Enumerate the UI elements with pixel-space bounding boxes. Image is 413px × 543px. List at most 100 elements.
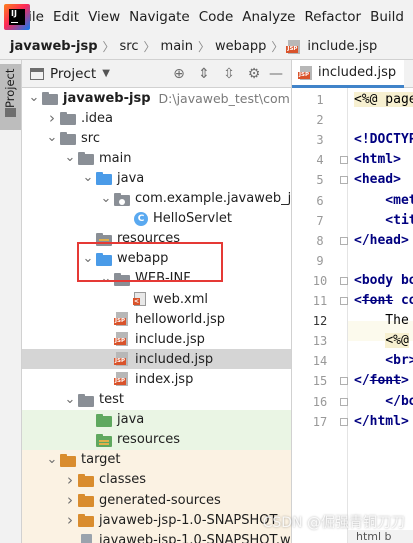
code-line[interactable]: <%@ page [354, 90, 413, 110]
project-panel-title[interactable]: Project [50, 66, 96, 82]
tree-item-label: .idea [81, 110, 113, 126]
breadcrumb: javaweb-jsp 〉 src 〉 main 〉 webapp 〉 JSP … [0, 34, 413, 60]
dropdown-caret-icon[interactable]: ▼ [102, 68, 110, 79]
code-line[interactable]: The [354, 311, 413, 331]
chevron-down-icon[interactable]: ⌄ [82, 171, 94, 184]
tree-item[interactable]: ›javaweb-jsp-1.0-SNAPSHOT.war [22, 530, 291, 543]
line-number: 6 [316, 193, 324, 208]
tree-item[interactable]: ›java [22, 409, 291, 430]
breadcrumb-webapp[interactable]: webapp [215, 39, 266, 54]
line-number: 14 [312, 354, 328, 369]
tree-item-label: include.jsp [135, 331, 205, 347]
fold-marker-icon[interactable] [340, 156, 348, 165]
tree-item[interactable]: ›CHelloServlet [22, 209, 291, 229]
tree-item[interactable]: ⌄ target [22, 449, 291, 470]
chevron-down-icon[interactable]: ⌄ [28, 91, 40, 104]
tree-item[interactable]: ›JSPincluded.jsp [22, 349, 291, 370]
breadcrumb-main[interactable]: main [161, 39, 193, 54]
tree-item[interactable]: ⌄ com.example.javaweb_jsp [22, 189, 291, 209]
tree-item[interactable]: ›<web.xml [22, 289, 291, 309]
folder-icon [96, 413, 112, 427]
code-line[interactable]: <head> [354, 170, 401, 190]
fold-marker-icon[interactable] [340, 417, 348, 426]
menu-analyze[interactable]: Analyze [242, 9, 295, 25]
code-line[interactable]: </bo [354, 392, 413, 412]
fold-marker-icon[interactable] [340, 377, 348, 386]
minimize-icon[interactable]: — [267, 65, 285, 83]
fold-marker-icon[interactable] [340, 176, 348, 185]
folder-icon [60, 453, 76, 467]
menu-edit[interactable]: Edit [53, 9, 79, 25]
tree-item[interactable]: › .idea [22, 108, 291, 128]
tree-item-label: included.jsp [135, 351, 214, 367]
jsp-file-icon: JSP [286, 39, 302, 54]
breadcrumb-project[interactable]: javaweb-jsp [10, 39, 98, 54]
tree-item-label: classes [99, 472, 147, 488]
tree-item-label: java [117, 170, 145, 186]
tree-item[interactable]: ⌄ test [22, 390, 291, 410]
chevron-down-icon[interactable]: ⌄ [46, 453, 58, 466]
code-line[interactable]: <tit [354, 211, 413, 231]
tree-item[interactable]: ⌄ src [22, 128, 291, 148]
collapse-all-icon[interactable]: ⇳ [220, 65, 238, 83]
menu-code[interactable]: Code [199, 9, 234, 25]
chevron-right-icon[interactable]: › [64, 471, 76, 489]
menu-refactor[interactable]: Refactor [304, 9, 361, 25]
fold-marker-icon[interactable] [340, 236, 348, 245]
chevron-right-icon[interactable]: › [64, 511, 76, 529]
menu-build[interactable]: Build [370, 9, 404, 25]
fold-marker-icon[interactable] [340, 276, 348, 285]
line-number-gutter: 1 2 3 4 5 6 7 8 9 10 11 12 13 14 15 16 17 [291, 88, 347, 543]
chevron-down-icon[interactable]: ⌄ [100, 192, 112, 205]
gear-icon[interactable]: ⚙ [245, 65, 263, 83]
tree-item[interactable]: ›JSPindex.jsp [22, 369, 291, 389]
fold-marker-icon[interactable] [340, 397, 348, 406]
project-panel-header: Project ▼ ⊕ ⇕ ⇳ ⚙ — [22, 60, 291, 88]
code-line[interactable]: <met [354, 191, 413, 211]
tree-item-label: helloworld.jsp [135, 311, 225, 327]
project-path: D:\javaweb_test\com.shiy [158, 90, 291, 106]
tree-item[interactable]: › javaweb-jsp-1.0-SNAPSHOT [22, 510, 291, 531]
code-line[interactable]: </font> [354, 371, 409, 391]
breadcrumb-src[interactable]: src [120, 39, 139, 54]
menu-navigate[interactable]: Navigate [129, 9, 190, 25]
tree-item[interactable]: ⌄ javaweb-jsp D:\javaweb_test\com.shiy [22, 88, 291, 108]
fold-marker-icon[interactable] [340, 297, 348, 305]
chevron-right-icon[interactable]: › [64, 491, 76, 509]
tree-item[interactable]: ›JSPhelloworld.jsp [22, 309, 291, 329]
code-line[interactable]: </head> [354, 231, 409, 251]
menu-view[interactable]: View [88, 9, 120, 25]
chevron-down-icon[interactable]: ⌄ [64, 151, 76, 164]
code-line[interactable]: <font co [354, 291, 413, 311]
tree-item[interactable]: ›JSPinclude.jsp [22, 329, 291, 349]
tree-item[interactable]: › classes [22, 469, 291, 490]
csdn-watermark: CSDN @倔强青铜刀刀 [262, 515, 405, 531]
code-line[interactable]: <!DOCTYP [354, 130, 413, 150]
tree-item-label: resources [117, 432, 181, 448]
expand-all-icon[interactable]: ⇕ [195, 65, 213, 83]
project-tool-tab[interactable]: Project [0, 64, 21, 130]
locate-file-icon[interactable]: ⊕ [170, 65, 188, 83]
chevron-right-icon: 〉 [143, 40, 156, 54]
tab-included-jsp[interactable]: JSP included.jsp [292, 60, 405, 88]
line-number: 9 [316, 253, 324, 268]
chevron-right-icon: 〉 [271, 40, 284, 54]
tree-item[interactable]: ⌄ java [22, 168, 291, 188]
chevron-right-icon[interactable]: › [46, 109, 58, 127]
tree-item[interactable]: ⌄ main [22, 148, 291, 168]
code-line[interactable]: <body bo [354, 271, 413, 291]
code-line[interactable]: <html> [354, 150, 401, 170]
chevron-down-icon[interactable]: ⌄ [46, 131, 58, 144]
tree-item-label: target [81, 452, 121, 468]
code-line[interactable]: </html> [354, 412, 409, 432]
jsp-file-icon: JSP [114, 352, 130, 367]
tree-item[interactable]: ›resources [22, 429, 291, 450]
code-line[interactable]: <%@ [354, 331, 409, 351]
intellij-logo-icon: IJ [4, 4, 30, 30]
breadcrumb-file[interactable]: include.jsp [307, 39, 377, 54]
chevron-down-icon[interactable]: ⌄ [64, 393, 76, 406]
code-line[interactable]: <br> [354, 351, 413, 371]
tree-item[interactable]: › generated-sources [22, 490, 291, 510]
line-number: 1 [316, 93, 324, 107]
code-editor[interactable]: <%@ page <!DOCTYP <html> <head> <met <tit </… [348, 88, 413, 543]
